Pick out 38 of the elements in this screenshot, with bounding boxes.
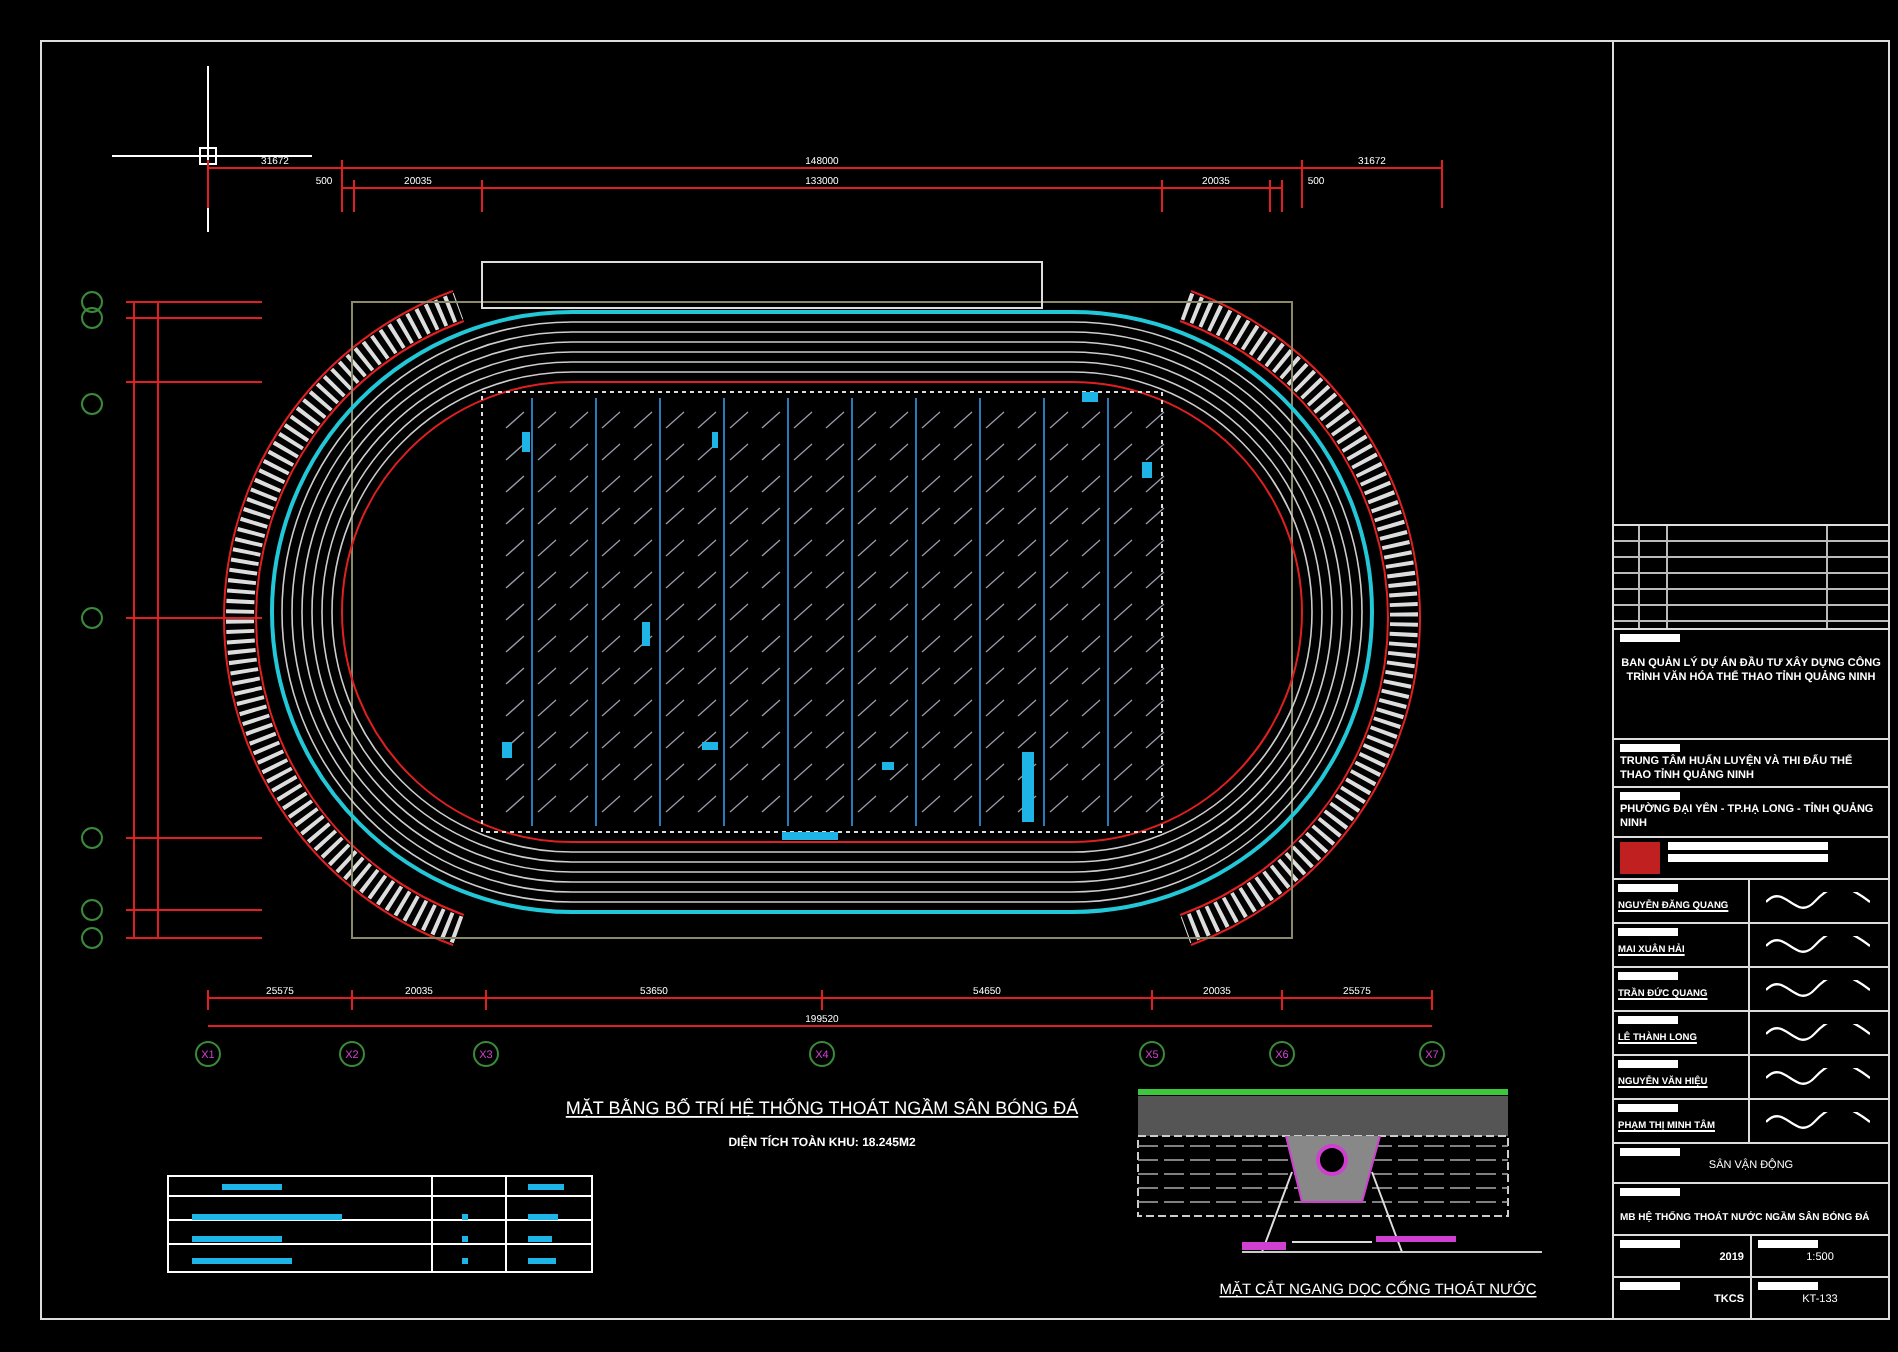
label-bar [1620, 792, 1680, 801]
label-bar [1620, 1147, 1680, 1156]
label-bar [1620, 744, 1680, 753]
label-bar [1620, 634, 1680, 643]
axis-bubble [1139, 1041, 1165, 1067]
axis-bubble [809, 1041, 835, 1067]
label-bar [1618, 1015, 1678, 1024]
label-bar [1618, 927, 1678, 936]
axis-bubble [473, 1041, 499, 1067]
axis-bubble [195, 1041, 221, 1067]
drawing-title: MẶT BẰNG BỐ TRÍ HỆ THỐNG THOÁT NGẦM SÂN BÓNG ĐÁ [565, 1098, 1079, 1118]
signature-drawing [1766, 1067, 1870, 1088]
label-bar [1620, 1188, 1680, 1197]
signature-drawing [1766, 979, 1870, 1000]
label-bar [1618, 1103, 1678, 1112]
company-logo [1620, 841, 1660, 874]
signature-drawing [1766, 891, 1870, 912]
axis-bubble [81, 827, 103, 849]
label-bar [1618, 1059, 1678, 1068]
label-bar [1618, 883, 1678, 892]
label-bar [1620, 1240, 1680, 1248]
axis-bubble [1269, 1041, 1295, 1067]
axis-bubble [81, 899, 103, 921]
axis-bubble [81, 393, 103, 415]
axis-bubble [81, 291, 103, 313]
axis-bubble [339, 1041, 365, 1067]
axis-bubble [81, 927, 103, 949]
axis-bubble [81, 307, 103, 329]
crosshair-icon [111, 65, 313, 233]
label-bar [1620, 1282, 1680, 1290]
signature-drawing [1766, 1111, 1870, 1132]
label-bar [1758, 1282, 1818, 1290]
label-bar [1618, 971, 1678, 980]
signature-drawing [1766, 935, 1870, 956]
signature-drawing [1766, 1023, 1870, 1044]
axis-bubble [81, 607, 103, 629]
label-bar [1758, 1240, 1818, 1248]
axis-bubble [1419, 1041, 1445, 1067]
